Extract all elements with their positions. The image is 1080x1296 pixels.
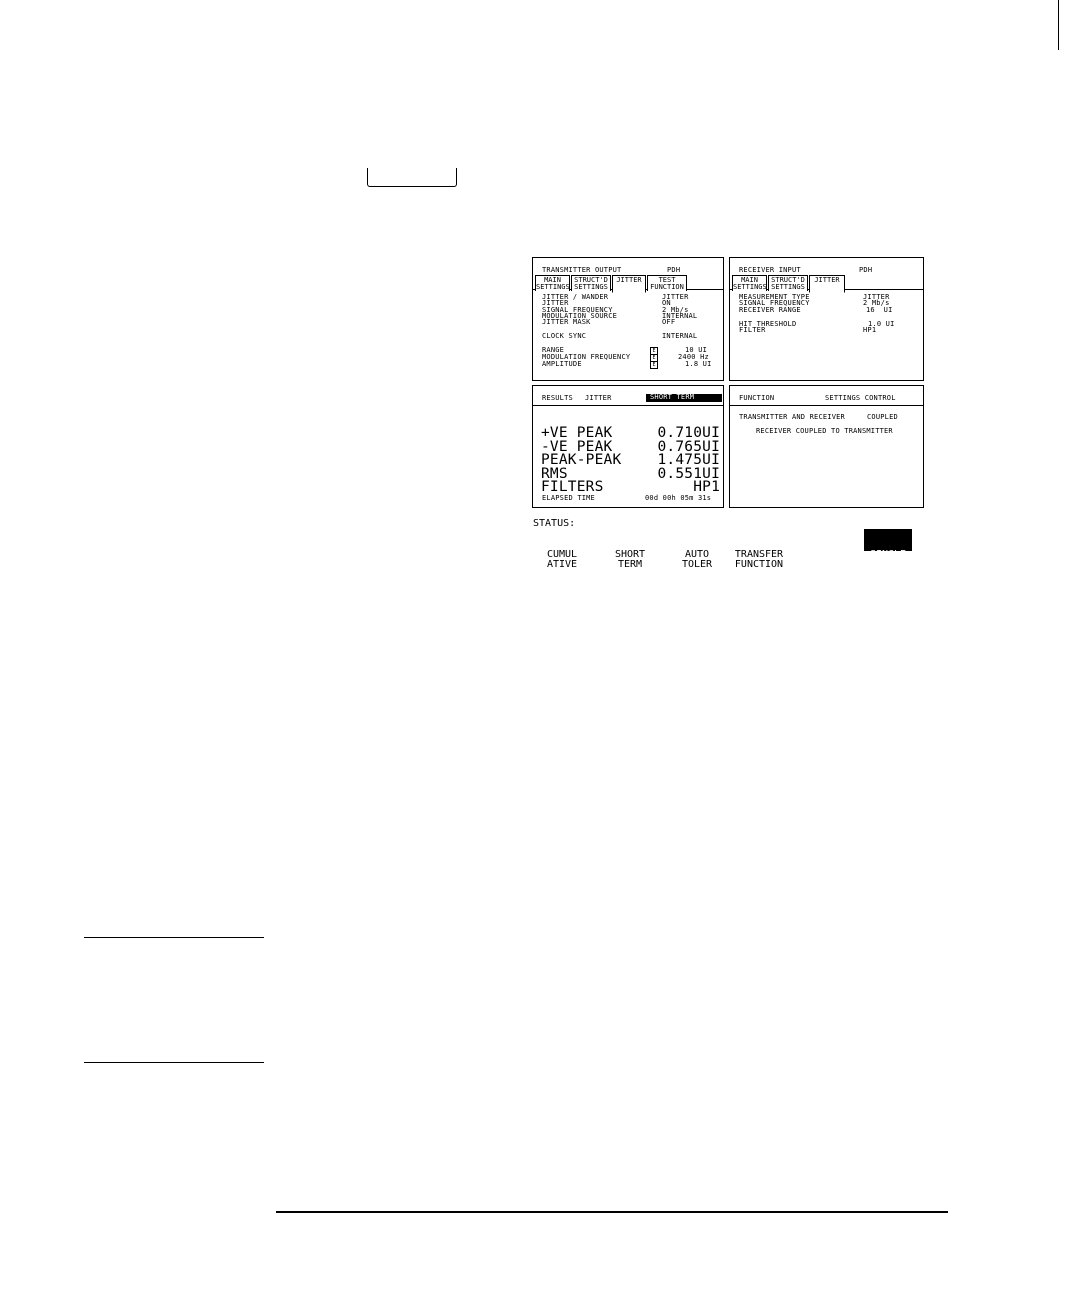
results-panel: RESULTS JITTER SHORT TERM +VE PEAK 0.710… (532, 385, 724, 508)
tab-main-settings[interactable]: MAIN SETTINGS (732, 275, 767, 291)
adjust-icon[interactable]: E (650, 361, 658, 369)
coupling-label: TRANSMITTER AND RECEIVER (739, 413, 845, 421)
rx-mode: PDH (859, 266, 873, 274)
rx-title: RECEIVER INPUT (739, 266, 801, 274)
tx-adj-value[interactable]: 1.8 UI (685, 361, 712, 368)
tx-row-value[interactable]: OFF (662, 319, 675, 326)
rx-row-label: FILTER (739, 326, 766, 334)
tab-test-function[interactable]: TEST FUNCTION (647, 275, 687, 291)
corner-mark (1058, 0, 1059, 50)
result-value: 0.710UI (657, 425, 720, 441)
results-title: RESULTS (542, 394, 573, 402)
function-panel: FUNCTION SETTINGS CONTROL TRANSMITTER AN… (729, 385, 924, 508)
tab-jitter[interactable]: JITTER (612, 275, 646, 293)
note-rule-bottom (84, 1062, 264, 1063)
tab-structd-settings[interactable]: STRUCT'D SETTINGS (571, 275, 611, 291)
tab-jitter[interactable]: JITTER (809, 275, 845, 293)
tx-title: TRANSMITTER OUTPUT (542, 266, 622, 274)
result-label: PEAK-PEAK (541, 452, 622, 468)
tx-row-value[interactable]: INTERNAL (662, 333, 697, 340)
function-title: FUNCTION (739, 394, 775, 402)
rx-row-label: RECEIVER RANGE (739, 306, 801, 314)
tx-adj-label: AMPLITUDE (542, 360, 582, 368)
function-mode[interactable]: SETTINGS CONTROL (825, 395, 896, 402)
tx-row-label: JITTER MASK (542, 318, 591, 326)
results-mode-badge[interactable]: SHORT TERM (646, 394, 722, 402)
softkey-transfer-function[interactable]: TRANSFER FUNCTION (731, 530, 787, 580)
softkey-cumulative[interactable]: CUMUL ATIVE (540, 530, 584, 580)
receiver-panel: RECEIVER INPUT PDH MAIN SETTINGS STRUCT'D… (729, 257, 924, 381)
result-label: FILTERS (541, 479, 604, 495)
tx-mode: PDH (667, 266, 681, 274)
footer-rule (276, 1211, 948, 1213)
note-rule-top (84, 937, 264, 938)
key-outline (367, 168, 457, 187)
tx-row-label: CLOCK SYNC (542, 332, 587, 340)
results-category[interactable]: JITTER (585, 395, 612, 402)
rx-row-value[interactable]: 16 UI (866, 307, 893, 314)
coupling-message: RECEIVER COUPLED TO TRANSMITTER (756, 427, 893, 435)
elapsed-value: 00d 00h 05m 31s (645, 494, 712, 502)
result-value: 1.475UI (657, 452, 720, 468)
transmitter-panel: TRANSMITTER OUTPUT PDH MAIN SETTINGS STRU… (532, 257, 724, 381)
result-value: HP1 (693, 479, 720, 495)
rx-row-value[interactable]: HP1 (863, 327, 876, 334)
softkey-short-term[interactable]: SHORT TERM (610, 530, 650, 580)
elapsed-label: ELAPSED TIME (542, 494, 595, 502)
softkey-auto-toler[interactable]: AUTO TOLER (677, 530, 717, 580)
tab-structd-settings[interactable]: STRUCT'D SETTINGS (768, 275, 808, 291)
result-label: +VE PEAK (541, 425, 613, 441)
coupling-value[interactable]: COUPLED (867, 414, 898, 421)
status-label: STATUS: (533, 518, 576, 529)
softkey-single-window[interactable]: SINGLE WINDOW (864, 529, 912, 570)
tab-main-settings[interactable]: MAIN SETTINGS (535, 275, 570, 291)
